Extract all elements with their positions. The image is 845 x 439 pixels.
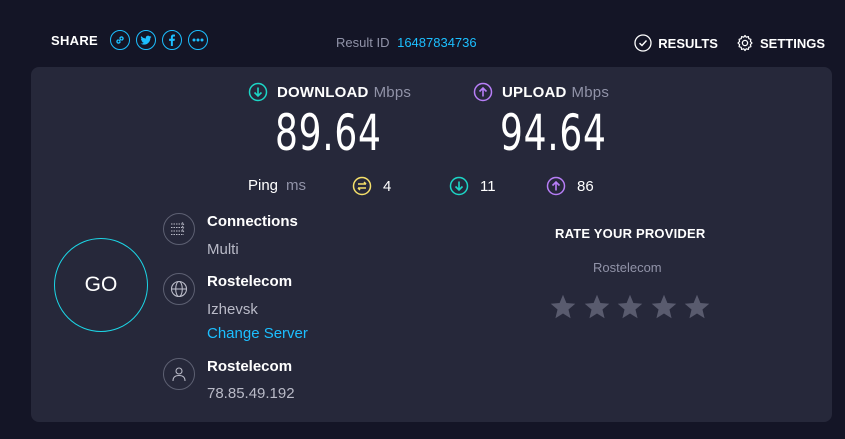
upload-arrow-icon xyxy=(473,82,493,102)
star-icon-1[interactable] xyxy=(549,293,577,321)
star-icon-5[interactable] xyxy=(683,293,711,321)
results-button[interactable]: RESULTS xyxy=(634,34,718,52)
provider-title: Rostelecom xyxy=(207,358,293,375)
connections-value: Multi xyxy=(207,241,239,258)
ping-label: Ping xyxy=(248,177,279,194)
more-icon xyxy=(192,38,204,42)
download-header: DOWNLOAD Mbps xyxy=(248,82,411,102)
link-share-button[interactable] xyxy=(110,30,131,50)
rate-provider-title: RATE YOUR PROVIDER xyxy=(555,226,706,241)
connections-title: Connections xyxy=(207,213,298,230)
rate-provider-name: Rostelecom xyxy=(593,260,662,275)
ping-label-group: Ping ms xyxy=(248,177,306,194)
results-panel: DOWNLOAD Mbps 89.64 UPLOAD Mbps 94.64 Pi… xyxy=(31,67,832,422)
share-label: SHARE xyxy=(51,32,99,48)
settings-button[interactable]: SETTINGS xyxy=(736,34,825,52)
ping-upload: 86 xyxy=(546,176,594,196)
link-icon xyxy=(116,36,124,44)
change-server-link[interactable]: Change Server xyxy=(207,325,308,342)
provider-ip: 78.85.49.192 xyxy=(207,385,295,402)
result-id: Result ID 16487834736 xyxy=(336,35,477,50)
user-icon-wrap xyxy=(163,358,195,390)
ping-download-value: 11 xyxy=(480,177,496,195)
globe-icon-wrap xyxy=(163,273,195,305)
upload-label: UPLOAD xyxy=(502,83,567,101)
ping-upload-icon xyxy=(546,176,566,196)
ping-unit: ms xyxy=(286,177,307,194)
server-title: Rostelecom xyxy=(207,273,293,290)
ping-download: 11 xyxy=(449,176,496,196)
result-id-label: Result ID xyxy=(336,35,390,50)
ping-download-icon xyxy=(449,176,469,196)
result-id-link[interactable]: 16487834736 xyxy=(397,35,477,50)
share-group: SHARE xyxy=(51,30,209,50)
download-label: DOWNLOAD xyxy=(277,83,369,101)
user-icon xyxy=(172,367,186,382)
facebook-icon xyxy=(169,34,176,46)
connections-icon-wrap xyxy=(163,213,195,245)
upload-header: UPLOAD Mbps xyxy=(473,82,609,102)
download-speed-value: 89.64 xyxy=(275,104,382,162)
download-arrow-icon xyxy=(248,82,268,102)
server-location: Izhevsk xyxy=(207,301,258,318)
connections-icon xyxy=(171,222,185,235)
results-label: RESULTS xyxy=(658,35,718,51)
star-icon-2[interactable] xyxy=(583,293,611,321)
top-right-nav: RESULTS SETTINGS xyxy=(616,34,825,52)
ping-upload-value: 86 xyxy=(577,177,594,195)
rating-stars xyxy=(549,293,717,321)
ping-idle: 4 xyxy=(352,176,391,196)
gear-icon xyxy=(737,34,753,52)
download-unit: Mbps xyxy=(373,83,412,101)
check-circle-icon xyxy=(634,34,652,52)
twitter-share-button[interactable] xyxy=(136,30,157,50)
go-button[interactable]: GO xyxy=(54,238,148,332)
more-share-button[interactable] xyxy=(188,30,209,50)
ping-idle-value: 4 xyxy=(383,177,392,195)
upload-speed-value: 94.64 xyxy=(500,104,607,162)
twitter-icon xyxy=(140,35,152,45)
ping-idle-icon xyxy=(352,176,372,196)
globe-icon xyxy=(170,280,188,298)
star-icon-3[interactable] xyxy=(616,293,644,321)
facebook-share-button[interactable] xyxy=(162,30,183,50)
top-bar: SHARE Result ID 16487834736 RESULTS SETT… xyxy=(0,0,845,66)
star-icon-4[interactable] xyxy=(650,293,678,321)
upload-unit: Mbps xyxy=(571,83,610,101)
settings-label: SETTINGS xyxy=(759,35,825,51)
